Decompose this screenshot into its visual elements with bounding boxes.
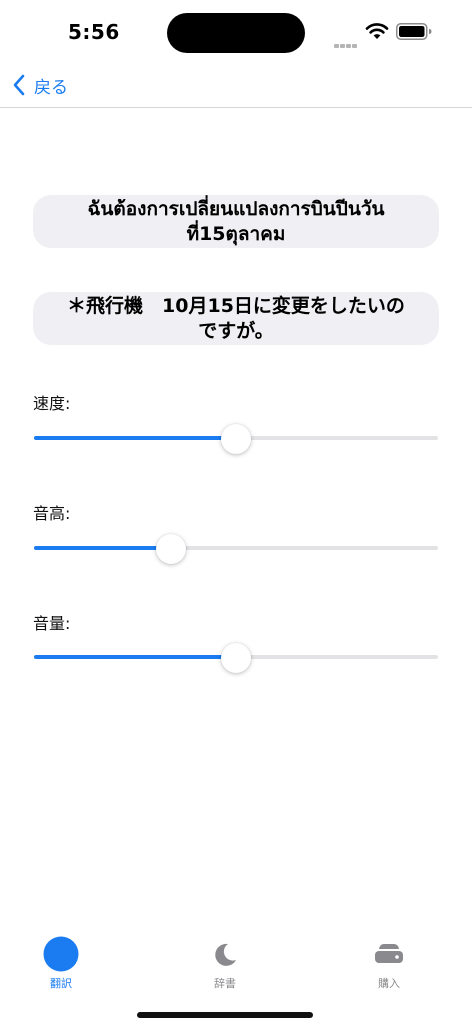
tab-label: 辞書 — [214, 977, 236, 990]
moon-icon — [215, 943, 236, 966]
slider-fill — [34, 546, 172, 550]
chevron-left-icon — [13, 74, 25, 96]
battery-icon — [396, 23, 432, 40]
home-indicator — [137, 1012, 313, 1018]
tab-bar: 翻訳 辞書 購入 — [0, 928, 472, 1024]
back-button[interactable]: 戻る — [12, 70, 68, 100]
wifi-icon — [365, 23, 389, 39]
tab-translate[interactable]: 翻訳 — [21, 936, 101, 996]
navigation-bar: 戻る — [0, 62, 472, 108]
circle-icon — [43, 936, 79, 972]
tab-label: 翻訳 — [50, 977, 72, 990]
back-label: 戻る — [34, 77, 68, 98]
source-text: ฉันต้องการเปลี่ยนแปลงการบินปีนวันที่15ตุ… — [87, 197, 385, 245]
slider-thumb[interactable] — [221, 424, 251, 454]
status-time: 5:56 — [68, 20, 120, 44]
tab-dictionary[interactable]: 辞書 — [185, 936, 265, 996]
signal-icon — [334, 33, 360, 48]
volume-slider[interactable] — [34, 643, 438, 673]
status-bar: 5:56 — [0, 0, 472, 62]
drive-icon — [375, 944, 403, 963]
translated-text-card[interactable]: ＊飛行機 10月15日に変更をしたいのですが。 — [33, 292, 439, 345]
speed-slider[interactable] — [34, 424, 438, 454]
translated-text: ＊飛行機 10月15日に変更をしたいのですが。 — [67, 294, 405, 342]
volume-label: 音量: — [33, 614, 71, 633]
source-text-card[interactable]: ฉันต้องการเปลี่ยนแปลงการบินปีนวันที่15ตุ… — [33, 195, 439, 248]
slider-fill — [34, 436, 236, 440]
tab-purchase[interactable]: 購入 — [349, 936, 429, 996]
slider-fill — [34, 655, 236, 659]
slider-thumb[interactable] — [221, 643, 251, 673]
speed-label: 速度: — [33, 394, 71, 413]
pitch-label: 音高: — [33, 504, 71, 523]
tab-label: 購入 — [378, 977, 400, 990]
pitch-slider[interactable] — [34, 534, 438, 564]
dynamic-island — [167, 13, 305, 53]
slider-thumb[interactable] — [156, 534, 187, 564]
